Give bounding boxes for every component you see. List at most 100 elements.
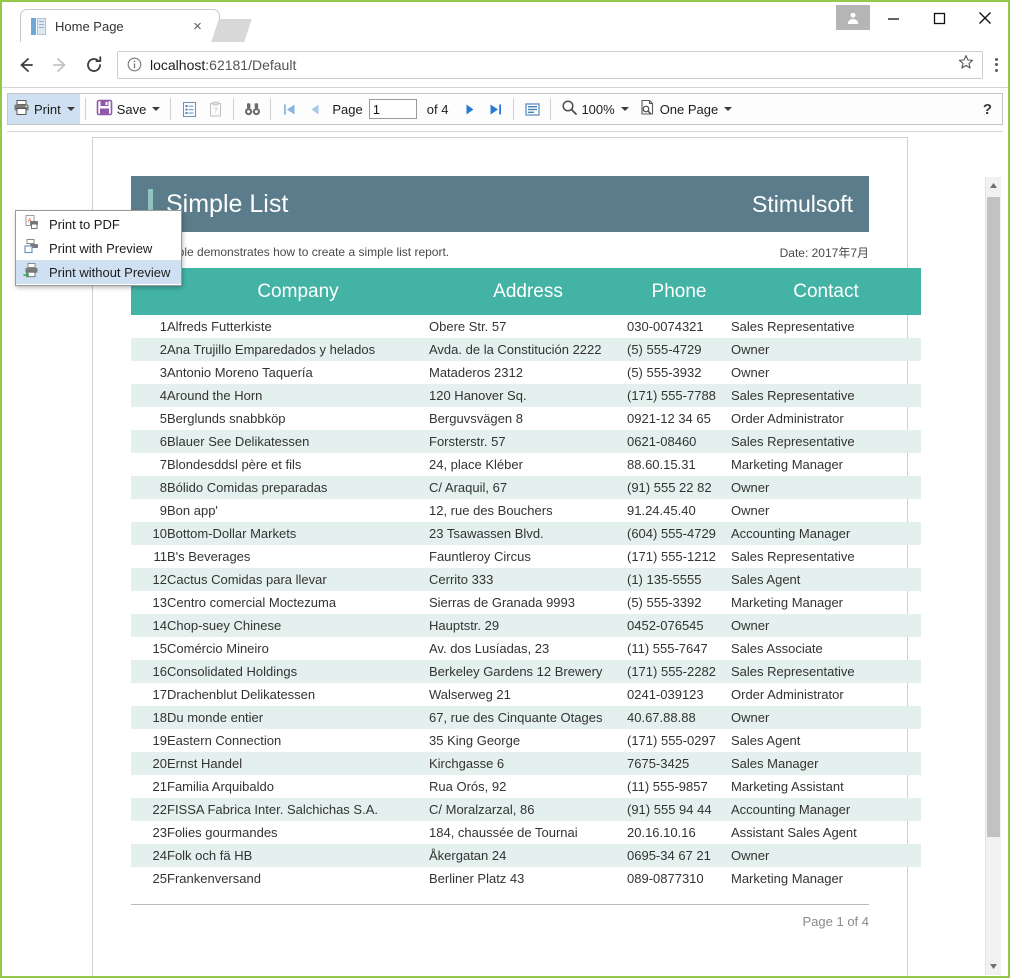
table-row: 19 Eastern Connection 35 King George (171) … bbox=[131, 729, 921, 752]
cell-address: Mataderos 2312 bbox=[429, 365, 523, 380]
scrollbar-thumb[interactable] bbox=[987, 197, 1000, 837]
cell-company: FISSA Fabrica Inter. Salchichas S.A. bbox=[167, 798, 429, 821]
table-row: 9 Bon app' 12, rue des Bouchers 91.24.45.40… bbox=[131, 499, 921, 522]
table-row: 11 B's Beverages Fauntleroy Circus (171) 55… bbox=[131, 545, 921, 568]
browser-window: Home Page × localhost:62181/Default Prin… bbox=[0, 0, 1010, 978]
cell-phone: 0621-08460 bbox=[627, 430, 731, 453]
menu-label: Print to PDF bbox=[49, 216, 120, 232]
cell-phone: (604) 555-4729 bbox=[627, 522, 731, 545]
full-screen-button[interactable] bbox=[519, 96, 545, 122]
cell-contact: Owner bbox=[731, 844, 921, 867]
report-page: Simple List Stimulsoft The sample demons… bbox=[92, 137, 921, 976]
column-header-company: Company bbox=[167, 268, 429, 315]
next-page-button[interactable] bbox=[456, 96, 482, 122]
cell-address: Forsterstr. 57 bbox=[429, 430, 627, 453]
table-row: 3 Antonio Moreno Taquería Mataderos 2312 (5… bbox=[131, 361, 921, 384]
close-button[interactable] bbox=[962, 2, 1008, 34]
cell-phone: (5) 555-3392 bbox=[627, 595, 702, 610]
save-button[interactable]: Save bbox=[91, 94, 166, 124]
menu-item-print-to-pdf[interactable]: A Print to PDF bbox=[16, 212, 181, 236]
cell-address: Sierras de Granada 9993 bbox=[429, 595, 575, 610]
cell-index: 13 bbox=[152, 595, 167, 610]
browser-menu-button[interactable] bbox=[995, 57, 998, 72]
reload-button[interactable] bbox=[77, 48, 111, 82]
table-row: 14 Chop-suey Chinese Hauptstr. 29 0452-0765… bbox=[131, 614, 921, 637]
print-button[interactable]: Print bbox=[8, 94, 80, 124]
cell-phone: 7675-3425 bbox=[627, 752, 731, 775]
info-icon[interactable] bbox=[127, 57, 142, 72]
cell-contact: Order Administrator bbox=[731, 411, 844, 426]
zoom-control[interactable]: 100% bbox=[556, 94, 633, 124]
table-row: 25 Frankenversand Berliner Platz 43 089-087… bbox=[131, 867, 921, 890]
zoom-icon bbox=[561, 99, 578, 119]
star-icon[interactable] bbox=[958, 54, 974, 75]
cell-company: Bólido Comidas preparadas bbox=[167, 476, 429, 499]
chevron-down-icon[interactable] bbox=[724, 107, 733, 111]
minimize-button[interactable] bbox=[870, 2, 916, 34]
chevron-down-icon[interactable] bbox=[152, 107, 161, 111]
scroll-down-icon[interactable] bbox=[986, 958, 1001, 975]
cell-index: 25 bbox=[152, 871, 167, 886]
table-row: 22 FISSA Fabrica Inter. Salchichas S.A. C/… bbox=[131, 798, 921, 821]
cell-contact: Sales Agent bbox=[731, 568, 921, 591]
help-button[interactable]: ? bbox=[983, 101, 992, 118]
table-row: 18 Du monde entier 67, rue des Cinquante O… bbox=[131, 706, 921, 729]
new-tab-button[interactable] bbox=[211, 19, 252, 42]
cell-address: Berliner Platz 43 bbox=[429, 871, 525, 886]
cell-phone: 0241-039123 bbox=[627, 687, 704, 702]
cell-index: 2 bbox=[131, 338, 167, 361]
close-icon[interactable]: × bbox=[190, 19, 205, 34]
url-text: localhost:62181/Default bbox=[150, 57, 296, 73]
chevron-down-icon[interactable] bbox=[620, 107, 629, 111]
scroll-up-icon[interactable] bbox=[986, 177, 1001, 194]
bookmarks-button[interactable] bbox=[176, 96, 202, 122]
cell-phone: (5) 555-3932 bbox=[627, 365, 702, 380]
cell-phone: 88.60.15.31 bbox=[627, 457, 696, 472]
cell-phone: (1) 135-5555 bbox=[627, 568, 731, 591]
cell-index: 5 bbox=[159, 411, 167, 426]
cell-company: Consolidated Holdings bbox=[167, 660, 429, 683]
view-mode-control[interactable]: One Page bbox=[634, 94, 738, 124]
table-row: 21 Familia Arquibaldo Rua Orós, 92 (11) 555… bbox=[131, 775, 921, 798]
print-label: Print bbox=[34, 101, 61, 117]
cell-address: Berkeley Gardens 12 Brewery bbox=[429, 660, 627, 683]
menu-item-print-without-preview[interactable]: Print without Preview bbox=[16, 260, 181, 284]
svg-text:?: ? bbox=[213, 107, 217, 114]
vertical-scrollbar[interactable] bbox=[985, 177, 1001, 975]
table-row: 20 Ernst Handel Kirchgasse 6 7675-3425 Sales… bbox=[131, 752, 921, 775]
menu-item-print-with-preview[interactable]: Print with Preview bbox=[16, 236, 181, 260]
report-footer: Page 1 of 4 bbox=[131, 904, 869, 937]
cell-index: 14 bbox=[131, 614, 167, 637]
back-button[interactable] bbox=[9, 48, 43, 82]
cell-contact: Marketing Manager bbox=[731, 457, 843, 472]
cell-company: Cactus Comidas para llevar bbox=[167, 568, 429, 591]
cell-address: Åkergatan 24 bbox=[429, 844, 627, 867]
url-bar[interactable]: localhost:62181/Default bbox=[117, 50, 983, 79]
table-row: 8 Bólido Comidas preparadas C/ Araquil, 67… bbox=[131, 476, 921, 499]
cell-index: 19 bbox=[152, 733, 167, 748]
table-row: 12 Cactus Comidas para llevar Cerrito 333(… bbox=[131, 568, 921, 591]
last-page-button[interactable] bbox=[482, 96, 508, 122]
print-direct-icon bbox=[23, 262, 40, 282]
cell-company: Bon app' bbox=[167, 503, 218, 518]
profile-avatar-button[interactable] bbox=[836, 5, 870, 30]
chevron-down-icon[interactable] bbox=[66, 107, 75, 111]
cell-index: 7 bbox=[159, 457, 167, 472]
cell-phone: 40.67.88.88 bbox=[627, 706, 731, 729]
cell-company: Familia Arquibaldo bbox=[167, 779, 274, 794]
tab-home-page[interactable]: Home Page × bbox=[20, 9, 220, 42]
cell-company: Ana Trujillo Emparedados y helados bbox=[167, 338, 429, 361]
maximize-button[interactable] bbox=[916, 2, 962, 34]
cell-address: 23 Tsawassen Blvd. bbox=[429, 522, 627, 545]
find-button[interactable] bbox=[239, 96, 265, 122]
cell-contact: Marketing Manager bbox=[731, 595, 843, 610]
report-subheader: The sample demonstrates how to create a … bbox=[131, 232, 869, 268]
cell-contact: Sales Representative bbox=[731, 660, 921, 683]
cell-contact: Sales Agent bbox=[731, 733, 801, 748]
cell-index: 6 bbox=[131, 430, 167, 453]
cell-company: Comércio Mineiro bbox=[167, 641, 269, 656]
cell-contact: Sales Representative bbox=[731, 430, 921, 453]
page-number-input[interactable] bbox=[368, 99, 417, 119]
print-dropdown-menu[interactable]: A Print to PDF Print with Preview Print … bbox=[15, 210, 182, 286]
table-row: 2 Ana Trujillo Emparedados y helados Avda.… bbox=[131, 338, 921, 361]
